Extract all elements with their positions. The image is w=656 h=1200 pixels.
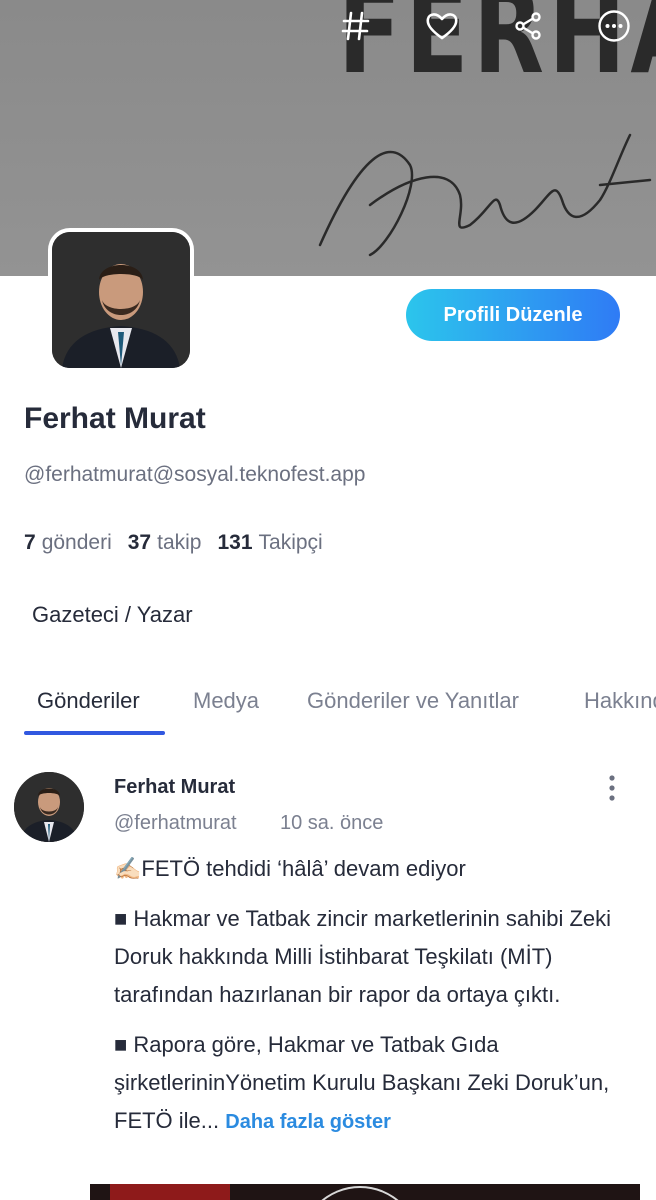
cover-actions bbox=[328, 6, 642, 46]
post-paragraph: ■ Hakmar ve Tatbak zincir marketlerinin … bbox=[114, 906, 612, 1007]
post-media-image[interactable] bbox=[90, 1184, 640, 1200]
post-author-avatar[interactable] bbox=[14, 772, 84, 842]
followers-count: 131 bbox=[217, 531, 253, 554]
avatar-portrait-image bbox=[52, 232, 190, 368]
followers-stat[interactable]: 131 Takipçi bbox=[217, 531, 322, 555]
tab-posts-and-replies[interactable]: Gönderiler ve Yanıtlar bbox=[307, 688, 519, 714]
heart-icon[interactable] bbox=[414, 6, 470, 46]
media-image-fragment bbox=[300, 1186, 420, 1200]
post-paragraph: ■ Rapora göre, Hakmar ve Tatbak Gıda şir… bbox=[114, 1026, 634, 1141]
hashtag-icon[interactable] bbox=[328, 6, 384, 46]
profile-tabs: Gönderiler Medya Gönderiler ve Yanıtlar … bbox=[0, 680, 656, 736]
post-paragraph: ✍🏻FETÖ tehdidi ‘hâlâ’ devam ediyor bbox=[114, 856, 466, 881]
edit-profile-button[interactable]: Profili Düzenle bbox=[406, 289, 620, 341]
more-circle-icon[interactable] bbox=[586, 6, 642, 46]
profile-avatar[interactable] bbox=[48, 228, 194, 372]
profile-stats: 7 gönderi 37 takip 131 Takipçi bbox=[24, 531, 323, 555]
post-author-handle[interactable]: @ferhatmurat bbox=[114, 812, 237, 835]
avatar bbox=[52, 232, 190, 368]
posts-label: gönderi bbox=[41, 531, 112, 554]
tab-media[interactable]: Medya bbox=[193, 688, 259, 714]
profile-handle: @ferhatmurat@sosyal.teknofest.app bbox=[24, 463, 366, 486]
following-count: 37 bbox=[127, 531, 152, 554]
following-stat[interactable]: 37 takip bbox=[128, 531, 202, 555]
media-image-fragment bbox=[110, 1184, 230, 1200]
post-body: ✍🏻FETÖ tehdidi ‘hâlâ’ devam ediyor ■ Hak… bbox=[114, 850, 634, 1153]
share-icon[interactable] bbox=[500, 6, 556, 46]
active-tab-indicator bbox=[24, 731, 165, 735]
posts-stat[interactable]: 7 gönderi bbox=[24, 531, 112, 555]
tab-posts[interactable]: Gönderiler bbox=[37, 688, 140, 714]
posts-count: 7 bbox=[24, 531, 36, 554]
post-author-name[interactable]: Ferhat Murat bbox=[114, 776, 235, 799]
profile-bio: Gazeteci / Yazar bbox=[32, 602, 193, 627]
show-more-link[interactable]: Daha fazla göster bbox=[225, 1111, 391, 1133]
profile-name: Ferhat Murat bbox=[24, 402, 206, 435]
following-label: takip bbox=[157, 531, 202, 554]
followers-label: Takipçi bbox=[258, 531, 323, 554]
post-card[interactable]: Ferhat Murat @ferhatmurat 10 sa. önce ✍🏻… bbox=[0, 760, 656, 1200]
post-timestamp: 10 sa. önce bbox=[280, 812, 384, 834]
post-avatar-portrait-image bbox=[14, 772, 84, 842]
tab-about[interactable]: Hakkında bbox=[584, 688, 656, 714]
more-vertical-icon[interactable] bbox=[596, 772, 628, 804]
cover-signature-art bbox=[318, 133, 652, 257]
